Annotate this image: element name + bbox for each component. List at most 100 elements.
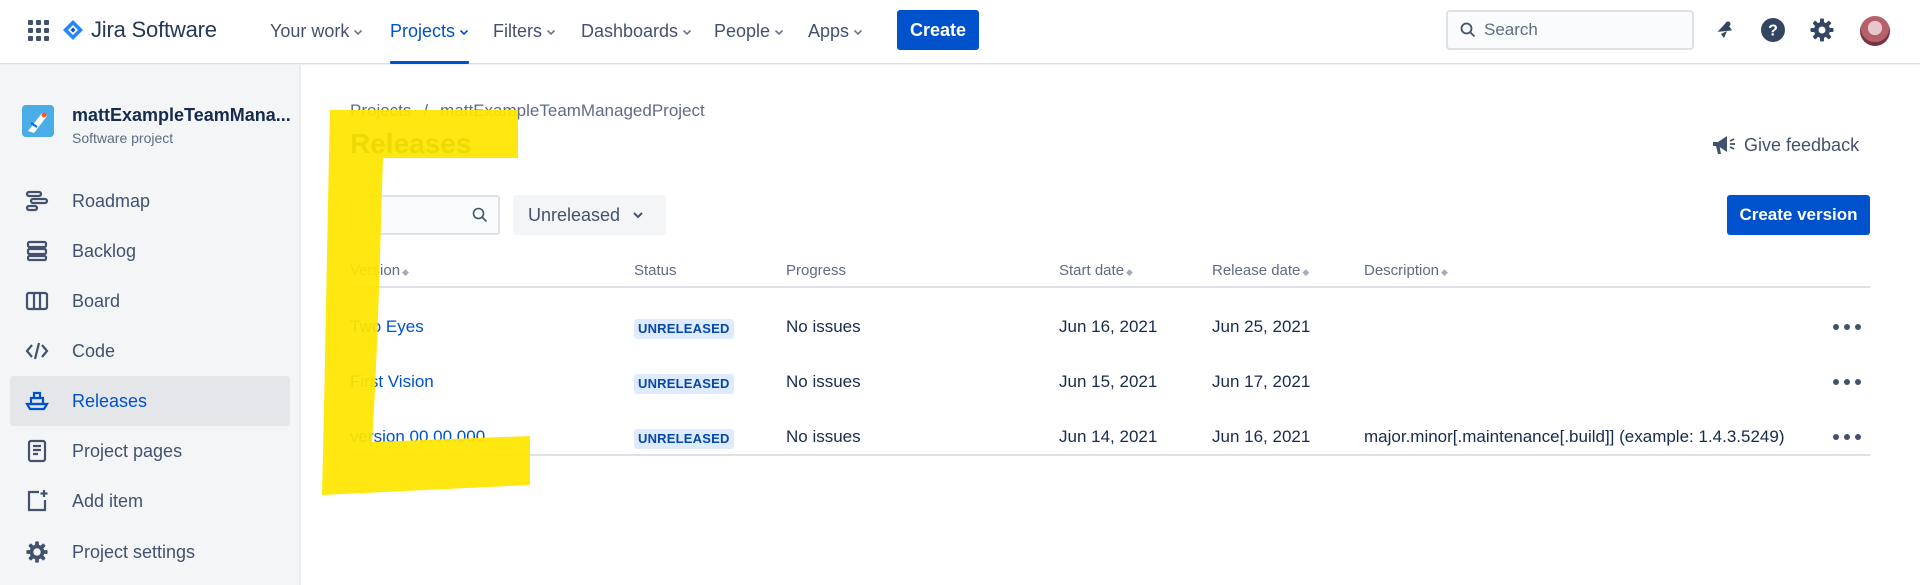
top-navigation: Jira Software Your work Projects Filters… [0,0,1920,64]
project-type: Software project [72,130,174,146]
breadcrumb-project[interactable]: mattExampleTeamManagedProject [440,101,705,120]
status-filter-value: Unreleased [528,204,621,225]
board-icon [24,288,50,314]
gear-icon [24,539,50,565]
chevron-down-icon [459,29,469,35]
column-header-description[interactable]: Description ◆ [1364,262,1448,279]
table-row: version 00.00.000 UNRELEASED No issues J… [350,411,1870,466]
svg-text:?: ? [1768,23,1778,40]
more-actions-button[interactable] [1833,425,1861,449]
pages-icon [24,438,50,464]
progress-text: No issues [786,372,861,391]
sidebar-item-label: Roadmap [72,190,151,211]
give-feedback-label: Give feedback [1744,134,1860,155]
search-icon [1460,22,1476,38]
release-date: Jun 17, 2021 [1212,372,1311,391]
table-header-divider [350,286,1870,288]
brand-name: Jira Software [91,17,217,42]
chevron-down-icon [853,29,863,35]
progress-text: No issues [786,317,861,336]
breadcrumb: Projects / mattExampleTeamManagedProject [350,101,705,121]
sort-icon: ◆ [1441,267,1448,277]
give-feedback-button[interactable]: Give feedback [1710,133,1859,157]
user-avatar[interactable] [1860,16,1890,46]
create-button[interactable]: Create [897,10,979,50]
sidebar-item-label: Project settings [72,541,196,562]
nav-apps[interactable]: Apps [808,0,863,63]
jira-diamond-icon [63,20,83,40]
version-link[interactable]: First Vision [350,372,434,392]
nav-people[interactable]: People [714,0,784,63]
roadmap-icon [24,188,50,214]
status-filter-dropdown[interactable]: Unreleased [513,195,666,235]
nav-dashboards[interactable]: Dashboards [581,0,692,63]
gear-icon [1810,18,1834,42]
column-label: Start date [1059,262,1125,279]
sidebar-item-label: Project pages [72,440,183,461]
sidebar-item-releases[interactable]: Releases [10,376,290,426]
app-switcher-icon[interactable] [26,18,50,42]
breadcrumb-separator: / [423,101,429,120]
project-sidebar: mattExampleTeamMana... Software project … [0,65,301,585]
status-badge: UNRELEASED [634,374,734,394]
page-title: Releases [350,128,472,159]
project-header[interactable]: mattExampleTeamMana... Software project [22,105,291,146]
sidebar-item-board[interactable]: Board [10,276,290,326]
release-date: Jun 25, 2021 [1212,317,1311,336]
backlog-icon [24,238,50,264]
nav-projects[interactable]: Projects [390,0,470,64]
nav-your-work-label: Your work [270,21,350,41]
nav-filters[interactable]: Filters [493,0,556,63]
breadcrumb-projects[interactable]: Projects [350,101,411,120]
search-field[interactable] [1446,10,1694,50]
column-header-release-date[interactable]: Release date ◆ [1212,262,1309,279]
version-link[interactable]: Two Eyes [350,317,424,337]
jira-logo[interactable]: Jira Software [62,14,217,46]
nav-projects-label: Projects [390,21,456,41]
column-header-status: Status [634,262,677,279]
chevron-down-icon [354,29,363,35]
sidebar-item-label: Board [72,290,121,311]
sidebar-item-add-item[interactable]: Add item [10,476,290,526]
help-button[interactable]: ? [1759,16,1787,44]
column-label: Release date [1212,262,1301,279]
column-header-version[interactable]: Version ◆ [350,262,409,279]
progress-text: No issues [786,427,861,446]
sidebar-item-code[interactable]: Code [10,326,290,376]
sidebar-item-project-settings[interactable]: Project settings [10,527,290,577]
search-input[interactable] [1484,20,1674,40]
description: major.minor[.maintenance[.build]] (examp… [1364,427,1785,446]
sort-icon: ◆ [1302,267,1310,277]
help-icon: ? [1761,18,1785,42]
sort-icon: ◆ [402,267,409,277]
ship-icon [24,388,50,414]
code-icon [24,338,50,364]
status-badge: UNRELEASED [634,429,734,449]
create-version-button[interactable]: Create version [1727,195,1870,235]
more-actions-button[interactable] [1833,370,1861,394]
settings-button[interactable] [1808,16,1836,44]
sidebar-item-roadmap[interactable]: Roadmap [10,176,290,226]
more-actions-button[interactable] [1833,315,1861,339]
sidebar-item-label: Releases [72,390,148,411]
sidebar-item-label: Code [72,340,116,361]
notifications-button[interactable] [1710,16,1738,44]
sidebar-item-label: Backlog [72,240,137,261]
table-bottom-divider [350,454,1870,456]
version-link[interactable]: version 00.00.000 [350,427,485,447]
chevron-down-icon [633,212,643,219]
sidebar-item-backlog[interactable]: Backlog [10,226,290,276]
column-label: Progress [786,262,847,279]
version-search-field[interactable] [350,195,500,235]
project-name: mattExampleTeamMana... [72,105,291,125]
column-label: Version [350,262,401,279]
column-label: Description [1364,262,1440,279]
status-badge: UNRELEASED [634,319,734,339]
nav-dashboards-label: Dashboards [581,21,679,41]
add-item-icon [24,488,50,514]
column-header-start-date[interactable]: Start date ◆ [1059,262,1133,279]
nav-your-work[interactable]: Your work [270,0,363,63]
sidebar-item-project-pages[interactable]: Project pages [10,426,290,476]
column-label: Status [634,262,677,279]
project-avatar-icon [22,105,54,137]
